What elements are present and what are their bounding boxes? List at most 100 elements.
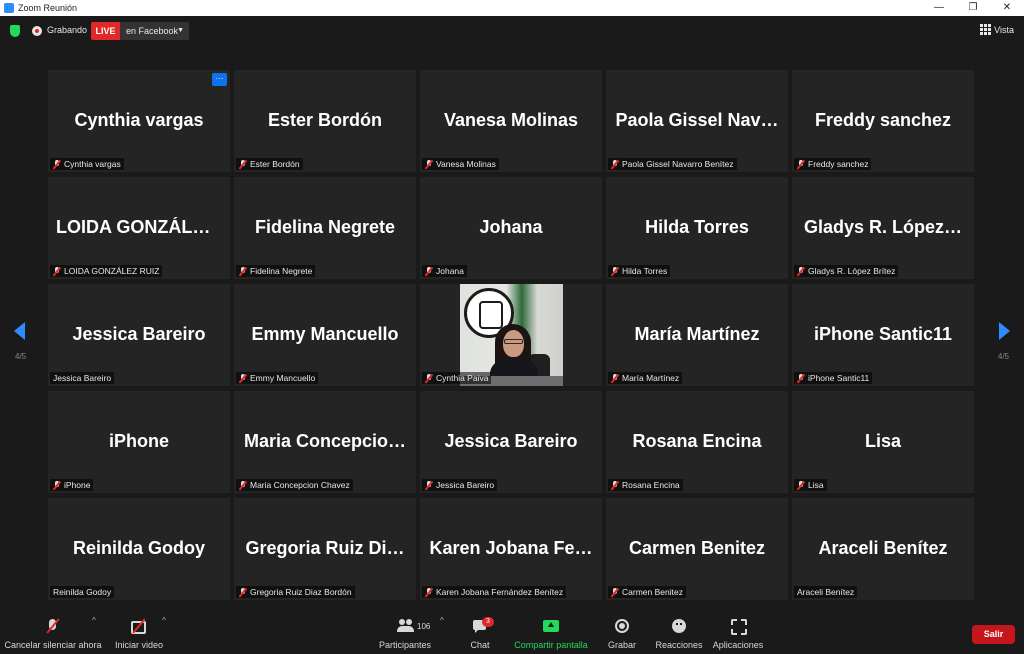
meeting-toolbar: Cancelar silenciar ahora ^ Iniciar video… [0,612,1024,654]
participant-display-name: Reinilda Godoy [72,538,205,558]
mic-muted-icon [239,159,247,169]
participant-tile[interactable]: Ester Bordón Ester Bordón [234,70,416,172]
participant-tile[interactable]: Rosana Encina Rosana Encina [606,391,788,493]
participants-icon [396,618,414,634]
participant-tile[interactable]: iPhone Santic11 iPhone Santic11 [792,284,974,386]
participant-tile[interactable]: Gladys R. López… Gladys R. López Brítez [792,177,974,279]
participant-tile[interactable]: Maria Concepcio… Maria Concepcion Chavez [234,391,416,493]
participant-display-name: Freddy sanchez [814,110,952,130]
participant-name: Jessica Bareiro [436,480,495,490]
participant-tile[interactable]: Jessica Bareiro Jessica Bareiro [48,284,230,386]
participant-name-tag: Rosana Encina [608,479,683,491]
participant-name: Ester Bordón [250,159,300,169]
participant-tile[interactable]: Jessica Bareiro Jessica Bareiro [420,391,602,493]
participant-name: Johana [436,266,464,276]
participant-tile[interactable]: Reinilda Godoy Reinilda Godoy [48,498,230,600]
reactions-label: Reacciones [655,640,703,650]
participant-video [460,284,563,386]
participant-tile[interactable]: Karen Jobana Fe… Karen Jobana Fernández B… [420,498,602,600]
mic-muted-icon [797,373,805,383]
participant-name: LOIDA GONZÁLEZ RUIZ [64,266,160,276]
participant-display-name: Ester Bordón [267,110,382,130]
participant-name-tag: iPhone Santic11 [794,372,873,384]
participant-gallery: Cynthia vargas Cynthia vargas ··· Ester Bor… [48,70,976,600]
mic-muted-icon [425,480,433,490]
tile-more-options-button[interactable]: ··· [212,73,227,86]
participant-name: Fidelina Negrete [250,266,313,276]
participant-name-tag: Carmen Benitez [608,586,686,598]
window-controls: — ❐ ✕ [922,0,1024,16]
camera-off-icon [130,618,148,634]
participant-name: Maria Concepcion Chavez [250,480,350,490]
page-indicator-right: 4/5 [997,352,1009,361]
participant-tile[interactable]: Gregoria Ruiz Di… Gregoria Ruiz Diaz Bord… [234,498,416,600]
participant-display-name: Rosana Encina [632,431,762,451]
leave-button[interactable]: Salir [972,625,1015,644]
close-button[interactable]: ✕ [990,0,1024,16]
page-indicator-left: 4/5 [15,352,27,361]
caret-down-icon: ▼ [177,27,184,34]
restore-button[interactable]: ❐ [956,0,990,16]
participant-name-tag: Cynthia Paiva [422,372,492,384]
participant-name: Karen Jobana Fernández Benítez [436,587,564,597]
reactions-smiley-icon [670,618,688,634]
start-video-label: Iniciar video [114,640,164,650]
participant-tile[interactable]: iPhone iPhone [48,391,230,493]
participants-options-caret-icon[interactable]: ^ [440,616,444,625]
participant-display-name: Jessica Bareiro [444,431,578,451]
participant-name: Carmen Benitez [622,587,683,597]
participant-tile[interactable]: Hilda Torres Hilda Torres [606,177,788,279]
mic-muted-icon [611,587,619,597]
participant-display-name: Carmen Benitez [628,538,766,558]
participant-tile[interactable]: María Martínez María Martínez [606,284,788,386]
view-label: Vista [994,24,1014,35]
next-page-arrow-icon[interactable] [999,322,1010,340]
participant-name-tag: Hilda Torres [608,265,671,277]
window-titlebar: Zoom Reunión — ❐ ✕ [0,0,1024,16]
participant-tile[interactable]: Vanesa Molinas Vanesa Molinas [420,70,602,172]
apps-icon [729,618,747,635]
participant-tile[interactable]: Carmen Benitez Carmen Benitez [606,498,788,600]
participant-name: Jessica Bareiro [53,373,112,383]
participant-name: Cynthia vargas [64,159,121,169]
mic-muted-icon [611,480,619,490]
participant-display-name: Hilda Torres [645,217,749,237]
live-target-label: en Facebook [126,26,179,36]
previous-page-arrow-icon[interactable] [14,322,25,340]
participant-name-tag: Karen Jobana Fernández Benítez [422,586,567,598]
participant-display-name: Jessica Bareiro [72,324,206,344]
participant-tile[interactable]: Emmy Mancuello Emmy Mancuello [234,284,416,386]
participant-tile[interactable]: Cynthia Paiva [420,284,602,386]
mic-muted-icon [425,587,433,597]
participant-tile[interactable]: Cynthia vargas Cynthia vargas ··· [48,70,230,172]
participant-name: Freddy sanchez [808,159,869,169]
mic-muted-icon [425,159,433,169]
participant-tile[interactable]: Freddy sanchez Freddy sanchez [792,70,974,172]
participant-display-name: Vanesa Molinas [443,110,579,130]
live-target-dropdown[interactable]: en Facebook ▼ [120,22,189,40]
unmute-label: Cancelar silenciar ahora [4,640,102,650]
shield-check-icon[interactable] [10,25,20,37]
participant-name: Lisa [808,480,824,490]
participant-tile[interactable]: LOIDA GONZÁLE… LOIDA GONZÁLEZ RUIZ [48,177,230,279]
audio-options-caret-icon[interactable]: ^ [92,616,96,625]
participant-name: iPhone Santic11 [808,373,870,383]
participant-name: Cynthia Paiva [436,373,489,383]
participant-tile[interactable]: Araceli Benítez Araceli Benítez [792,498,974,600]
minimize-button[interactable]: — [922,0,956,16]
view-button[interactable]: Vista [980,24,1014,35]
participant-name-tag: Emmy Mancuello [236,372,319,384]
grid-icon [980,24,992,35]
participant-name-tag: María Martínez [608,372,683,384]
participant-display-name: Maria Concepcio… [243,431,407,451]
participant-tile[interactable]: Fidelina Negrete Fidelina Negrete [234,177,416,279]
share-screen-icon [542,618,560,634]
video-options-caret-icon[interactable]: ^ [162,616,166,625]
participant-name-tag: Jessica Bareiro [50,372,115,384]
participant-tile[interactable]: Johana Johana [420,177,602,279]
participant-name: Araceli Benítez [797,587,855,597]
participant-tile[interactable]: Lisa Lisa [792,391,974,493]
participant-tile[interactable]: Paola Gissel Nav… Paola Gissel Navarro Be… [606,70,788,172]
participant-name: iPhone [64,480,91,490]
window-title: Zoom Reunión [18,3,78,13]
